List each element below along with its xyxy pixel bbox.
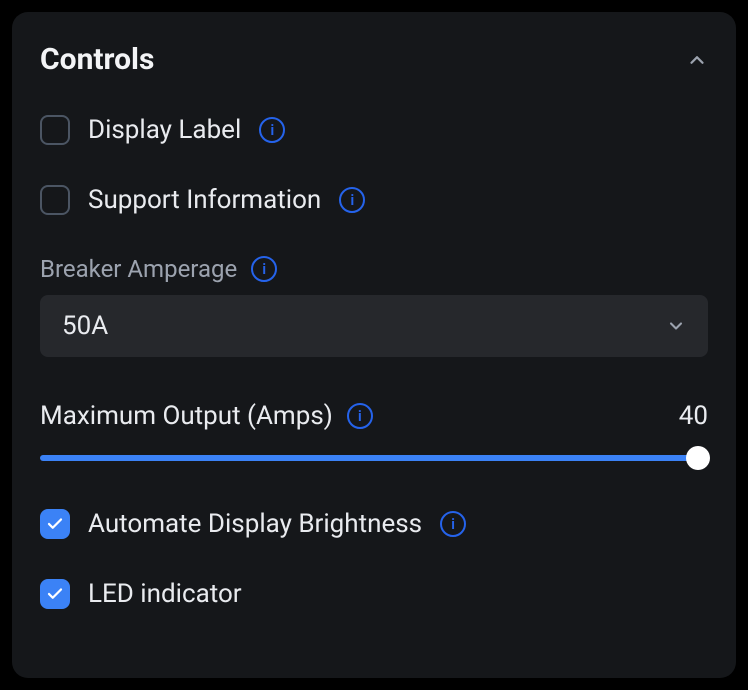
- led-indicator-row: LED indicator: [40, 579, 708, 609]
- info-icon[interactable]: i: [440, 511, 466, 537]
- support-info-checkbox[interactable]: [40, 185, 70, 215]
- slider-thumb[interactable]: [686, 446, 710, 470]
- panel-header[interactable]: Controls: [40, 42, 708, 77]
- max-output-label: Maximum Output (Amps): [40, 401, 333, 431]
- support-info-text: Support Information: [88, 185, 321, 215]
- display-label-row: Display Label i: [40, 115, 708, 145]
- auto-brightness-row: Automate Display Brightness i: [40, 509, 708, 539]
- display-label-checkbox[interactable]: [40, 115, 70, 145]
- led-indicator-checkbox[interactable]: [40, 579, 70, 609]
- info-icon[interactable]: i: [347, 403, 373, 429]
- max-output-header: Maximum Output (Amps) i 40: [40, 401, 708, 431]
- info-icon[interactable]: i: [339, 187, 365, 213]
- led-indicator-text: LED indicator: [88, 579, 242, 609]
- info-icon[interactable]: i: [251, 256, 277, 282]
- breaker-amperage-label-row: Breaker Amperage i: [40, 255, 708, 283]
- breaker-amperage-label: Breaker Amperage: [40, 255, 237, 283]
- controls-panel: Controls Display Label i Support Informa…: [12, 12, 736, 678]
- auto-brightness-text: Automate Display Brightness: [88, 509, 422, 539]
- auto-brightness-checkbox[interactable]: [40, 509, 70, 539]
- check-icon: [46, 515, 64, 533]
- breaker-amperage-select[interactable]: 50A: [40, 295, 708, 357]
- panel-title: Controls: [40, 42, 154, 77]
- max-output-value: 40: [679, 401, 708, 431]
- max-output-slider[interactable]: [40, 455, 708, 461]
- max-output-section: Maximum Output (Amps) i 40: [40, 401, 708, 461]
- display-label-text: Display Label: [88, 115, 241, 145]
- chevron-down-icon: [666, 316, 686, 336]
- breaker-amperage-value: 50A: [62, 311, 108, 341]
- max-output-label-group: Maximum Output (Amps) i: [40, 401, 373, 431]
- check-icon: [46, 585, 64, 603]
- chevron-up-icon: [686, 49, 708, 71]
- info-icon[interactable]: i: [259, 117, 285, 143]
- support-info-row: Support Information i: [40, 185, 708, 215]
